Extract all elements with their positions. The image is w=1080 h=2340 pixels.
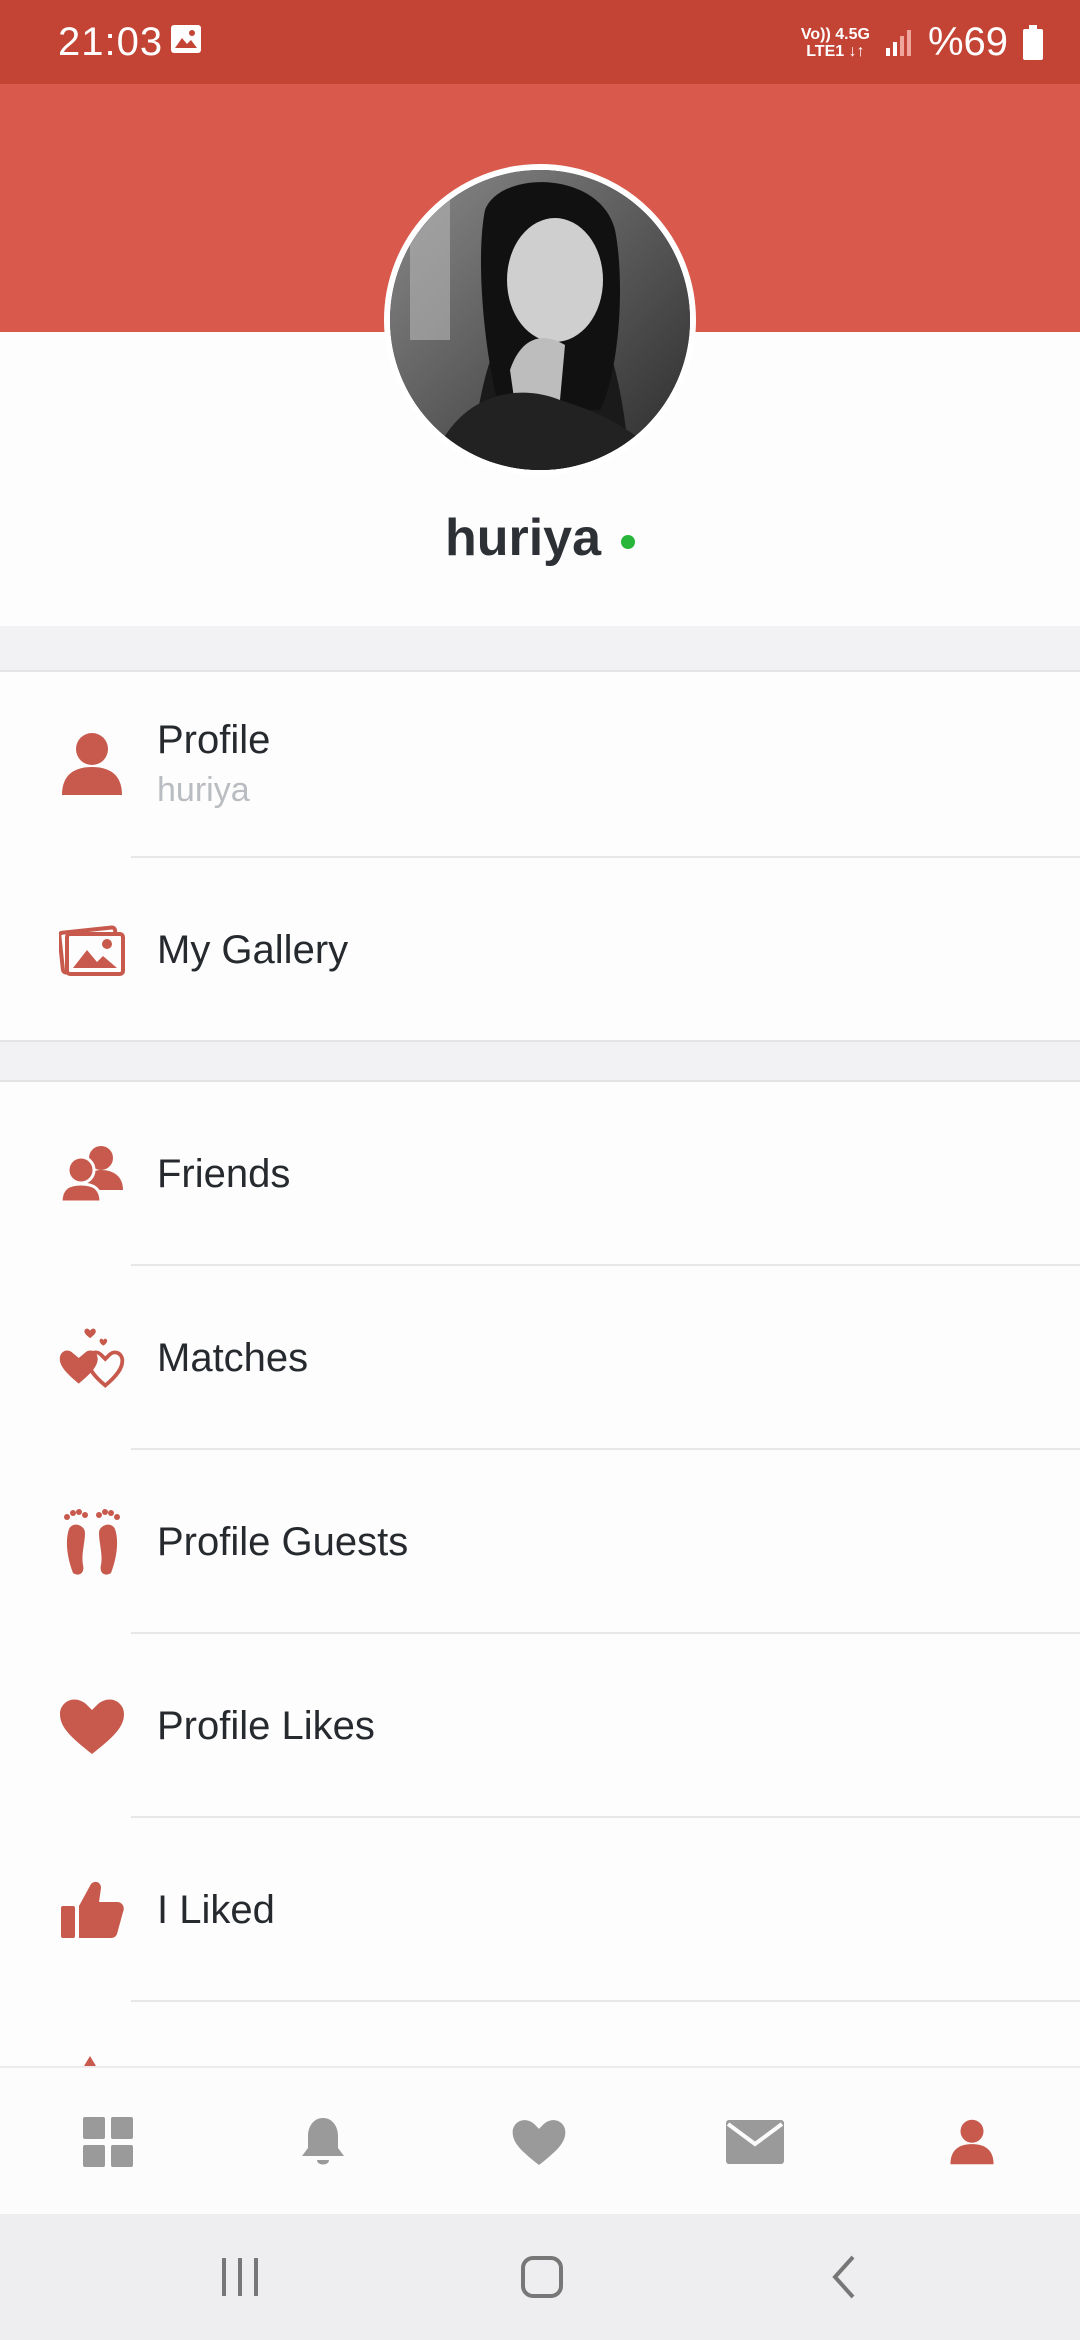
- bell-icon: [302, 2118, 344, 2165]
- menu-item-label: I Liked: [157, 1887, 275, 1932]
- menu-item-profile-likes[interactable]: Profile Likes: [0, 1634, 1080, 1818]
- avatar-photo: [390, 170, 690, 470]
- gallery-icon: [56, 914, 128, 986]
- menu-item-sublabel: huriya: [157, 771, 250, 809]
- menu-item-label: Profile: [157, 718, 271, 762]
- nav-home[interactable]: [48, 2068, 168, 2216]
- recent-apps-button[interactable]: [180, 2214, 300, 2340]
- menu-item-friends[interactable]: Friends: [0, 1082, 1080, 1266]
- person-icon: [56, 728, 128, 800]
- footprints-icon: [56, 1506, 128, 1578]
- home-button[interactable]: [482, 2214, 602, 2340]
- avatar[interactable]: [384, 164, 696, 476]
- partial-item-icon: [84, 2056, 96, 2066]
- thumbs-up-icon: [56, 1874, 128, 1946]
- section-separator: [0, 1040, 1080, 1082]
- system-navigation-bar: [0, 2214, 1080, 2340]
- menu-item-label: Profile Guests: [157, 1519, 409, 1564]
- nav-notifications[interactable]: [263, 2068, 383, 2216]
- bottom-navigation: [0, 2066, 1080, 2214]
- status-time: 21:03: [58, 20, 164, 64]
- menu-item-i-liked[interactable]: I Liked: [0, 1818, 1080, 2002]
- nav-profile[interactable]: [912, 2068, 1032, 2216]
- menu-item-label: My Gallery: [157, 927, 349, 972]
- back-button[interactable]: [784, 2214, 904, 2340]
- image-notification-icon: [171, 25, 201, 53]
- heart-icon: [512, 2120, 566, 2166]
- nav-messages[interactable]: [695, 2068, 815, 2216]
- menu-item-label: Friends: [157, 1151, 291, 1196]
- battery-icon: [1023, 24, 1043, 60]
- section-separator: [0, 626, 1080, 672]
- grid-icon: [83, 2117, 133, 2167]
- divider: [131, 2000, 1080, 2002]
- menu-item-label: Profile Likes: [157, 1703, 375, 1748]
- menu-item-matches[interactable]: Matches: [0, 1266, 1080, 1450]
- home-icon: [521, 2256, 563, 2298]
- network-indicator: Vo)) 4.5G LTE1 ↓↑: [800, 25, 870, 60]
- heart-icon: [56, 1690, 128, 1762]
- username-row: huriya: [0, 508, 1080, 568]
- battery-percent: %69: [927, 20, 1008, 64]
- friends-icon: [56, 1138, 128, 1210]
- mail-icon: [726, 2120, 784, 2164]
- status-indicators: Vo)) 4.5G LTE1 ↓↑ %69: [801, 20, 1044, 65]
- profile-username: huriya: [444, 509, 602, 567]
- menu-item-my-gallery[interactable]: My Gallery: [0, 858, 1080, 1042]
- menu-item-profile[interactable]: Profile huriya: [0, 672, 1080, 856]
- recent-apps-icon: [222, 2258, 258, 2296]
- signal-icon: [885, 29, 911, 56]
- menu-item-label: Matches: [157, 1335, 309, 1380]
- back-chevron-icon: [832, 2255, 855, 2299]
- online-status-indicator: [621, 535, 636, 549]
- hearts-icon: [56, 1322, 128, 1394]
- person-icon: [950, 2119, 994, 2165]
- nav-likes[interactable]: [479, 2068, 599, 2216]
- menu-item-profile-guests[interactable]: Profile Guests: [0, 1450, 1080, 1634]
- status-bar: 21:03 Vo)) 4.5G LTE1 ↓↑ %69: [0, 0, 1080, 84]
